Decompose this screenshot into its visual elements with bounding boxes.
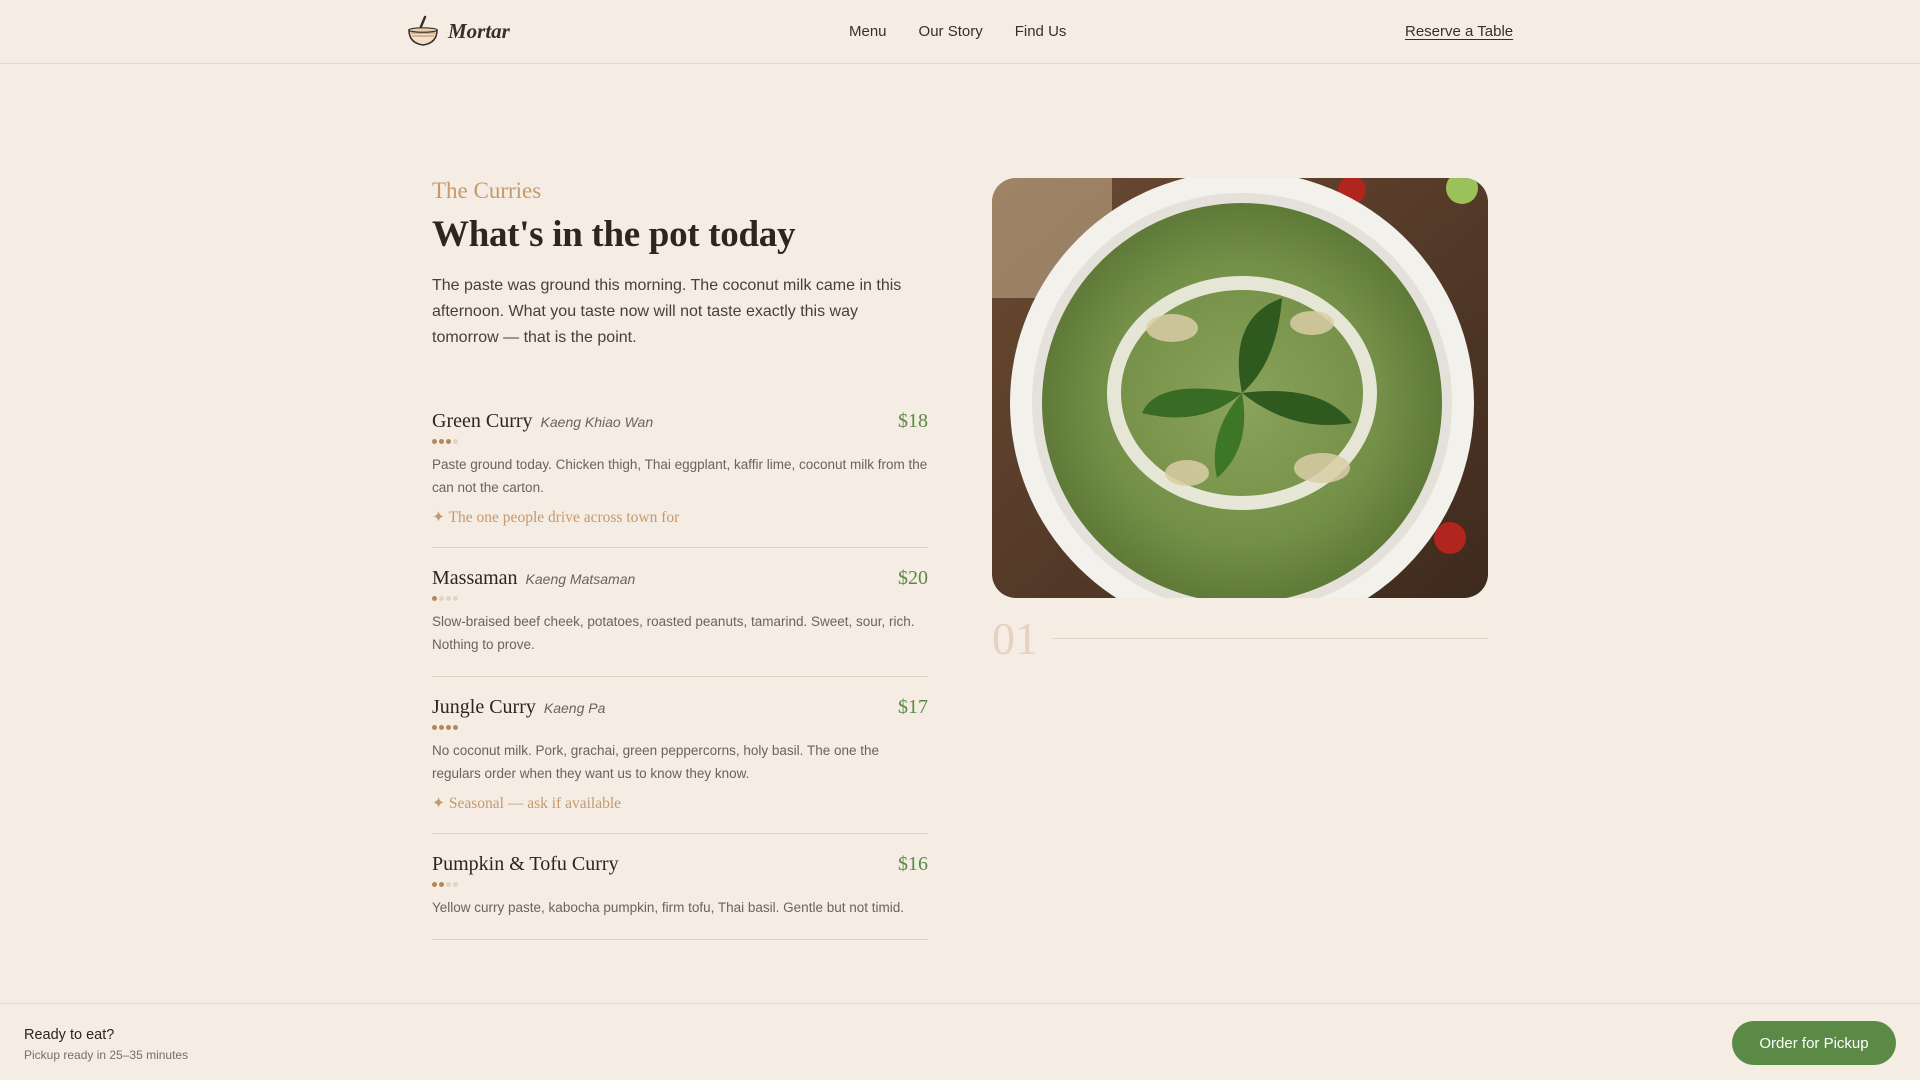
green-curry-photo xyxy=(992,178,1488,598)
menu-item-description: Yellow curry paste, kabocha pumpkin, fir… xyxy=(432,900,904,915)
menu-item[interactable]: Jungle Curry Kaeng Pa $17 No coconut mil… xyxy=(432,696,928,834)
spice-dot-empty xyxy=(453,882,458,887)
reserve-table-link[interactable]: Reserve a Table xyxy=(1405,23,1513,40)
spice-dot-filled xyxy=(432,882,437,887)
order-pickup-button[interactable]: Order for Pickup xyxy=(1732,1021,1896,1065)
mortar-pestle-icon xyxy=(408,15,438,46)
menu-item-thai-name: Kaeng Khiao Wan xyxy=(540,414,654,430)
brand-logo[interactable]: Mortar xyxy=(406,14,510,48)
menu-item-name: Jungle Curry xyxy=(432,696,536,718)
menu-item-price: $16 xyxy=(898,853,928,875)
curries-intro: The Curries What's in the pot today The … xyxy=(432,178,928,351)
menu-item-thai-name: Kaeng Pa xyxy=(543,700,606,716)
section-eyebrow: The Curries xyxy=(432,178,542,203)
spice-level-indicator xyxy=(432,596,928,601)
spice-dot-filled xyxy=(439,882,444,887)
menu-item-note: ✦ Seasonal — ask if available xyxy=(432,795,622,812)
spice-level-indicator xyxy=(432,725,928,730)
menu-item-name: Green Curry xyxy=(432,410,533,432)
menu-item-price: $17 xyxy=(898,696,928,718)
nav-item-menu[interactable]: Menu xyxy=(849,23,887,40)
menu-item-description: Paste ground today. Chicken thigh, Thai … xyxy=(432,457,928,495)
spice-dot-filled xyxy=(432,725,437,730)
nav-item-our-story[interactable]: Our Story xyxy=(919,23,983,40)
pickup-bar: Ready to eat? Pickup ready in 25–35 minu… xyxy=(0,1003,1920,1080)
page-title: What's in the pot today xyxy=(432,214,796,255)
spice-dot-empty xyxy=(453,596,458,601)
menu-item-name: Massaman xyxy=(432,567,518,589)
menu-item[interactable]: Green Curry Kaeng Khiao Wan $18 Paste gr… xyxy=(432,410,928,548)
menu-item-price: $20 xyxy=(898,567,928,589)
nav-item-find-us[interactable]: Find Us xyxy=(1015,23,1067,40)
ready-heading: Ready to eat? xyxy=(24,1027,115,1043)
brand-name: Mortar xyxy=(448,18,510,43)
main-nav: Menu Our Story Find Us xyxy=(849,23,1066,40)
section-intro: The paste was ground this morning. The c… xyxy=(432,277,902,346)
spice-dot-empty xyxy=(446,596,451,601)
spice-dot-filled xyxy=(453,725,458,730)
spice-level-indicator xyxy=(432,439,928,444)
spice-dot-filled xyxy=(439,439,444,444)
spice-dot-empty xyxy=(439,596,444,601)
curry-menu-list: Green Curry Kaeng Khiao Wan $18 Paste gr… xyxy=(432,410,928,959)
spice-dot-filled xyxy=(439,725,444,730)
spice-level-indicator xyxy=(432,882,928,887)
spice-dot-empty xyxy=(446,882,451,887)
site-header: Mortar Menu Our Story Find Us Reserve a … xyxy=(0,0,1920,64)
menu-item-description: Slow-braised beef cheek, potatoes, roast… xyxy=(432,614,915,652)
spice-dot-filled xyxy=(446,725,451,730)
menu-item-description: No coconut milk. Pork, grachai, green pe… xyxy=(432,743,879,781)
curry-bowl-illustration xyxy=(992,178,1488,598)
menu-item[interactable]: Massaman Kaeng Matsaman $20 Slow-braised… xyxy=(432,567,928,677)
pickup-time: Pickup ready in 25–35 minutes xyxy=(24,1048,189,1062)
menu-item-thai-name: Kaeng Matsaman xyxy=(525,571,636,587)
menu-item-note: ✦ The one people drive across town for xyxy=(432,509,680,526)
feature-counter: 01 xyxy=(992,613,1038,664)
spice-dot-filled xyxy=(432,596,437,601)
menu-item-price: $18 xyxy=(898,410,928,432)
divider xyxy=(1052,638,1488,639)
spice-dot-filled xyxy=(432,439,437,444)
spice-dot-filled xyxy=(446,439,451,444)
menu-item[interactable]: Pumpkin & Tofu Curry $16 Yellow curry pa… xyxy=(432,853,928,940)
spice-dot-empty xyxy=(453,439,458,444)
menu-item-name: Pumpkin & Tofu Curry xyxy=(432,853,619,875)
